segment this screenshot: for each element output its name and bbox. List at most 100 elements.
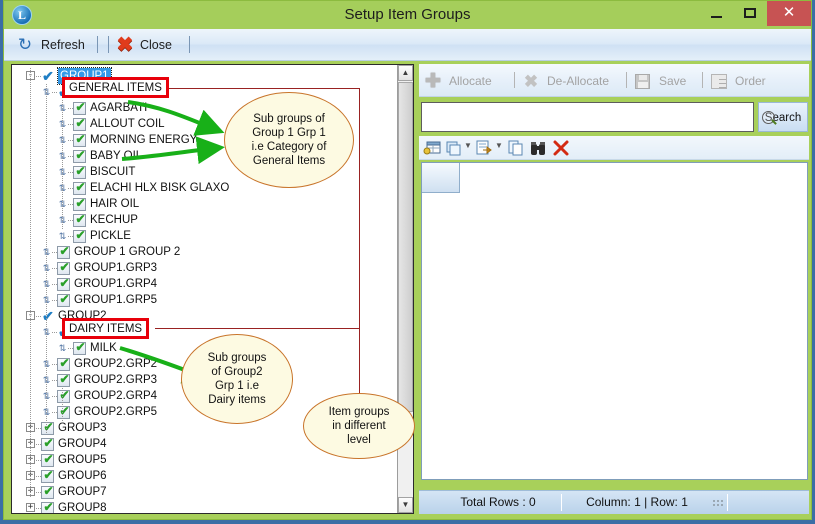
tree-node-label[interactable]: GROUP 1 GROUP 2 — [74, 244, 180, 260]
scroll-up-button[interactable]: ▲ — [398, 65, 413, 81]
tree-node-label[interactable]: HAIR OIL — [90, 196, 139, 212]
checkbox-checked-icon[interactable] — [73, 165, 87, 179]
tree-node-label[interactable]: BISCUIT — [90, 164, 135, 180]
tree-node-label[interactable]: AGARBATI — [90, 100, 147, 116]
tree-node-label[interactable]: GROUP2.GRP3 — [74, 372, 157, 388]
save-button[interactable]: Save — [634, 64, 686, 97]
tree-node[interactable]: ⇅GROUP2.GRP3 — [12, 372, 398, 388]
checkbox-checked-icon[interactable] — [57, 261, 71, 275]
tree-node-label[interactable]: BABY OIL — [90, 148, 142, 164]
tree-node-label[interactable]: GROUP2.GRP5 — [74, 404, 157, 420]
checkbox-checked-icon[interactable] — [73, 197, 87, 211]
find-binoculars-icon[interactable] — [529, 139, 547, 157]
tree-node[interactable]: ⇅GROUP 1 GROUP 2 — [12, 244, 398, 260]
minimize-button[interactable] — [699, 1, 733, 25]
tree-node[interactable]: ⇅HAIR OIL — [12, 196, 398, 212]
grid-corner-header-cell[interactable] — [422, 163, 460, 193]
checkbox-checked-icon[interactable] — [57, 373, 71, 387]
checkbox-checked-icon[interactable] — [41, 501, 55, 513]
copy-dropdown-arrow[interactable]: ▼ — [464, 141, 472, 150]
copy-icon[interactable] — [445, 139, 463, 157]
tree-node[interactable]: ⇅ALLOUT COIL — [12, 116, 398, 132]
checkbox-checked-icon[interactable] — [73, 213, 87, 227]
tree-node[interactable]: ⇅BABY OIL — [12, 148, 398, 164]
tree-node[interactable]: ⇅GROUP1.GRP3 — [12, 260, 398, 276]
tree-node-label[interactable]: GROUP2.GRP2 — [74, 356, 157, 372]
item-group-tree[interactable]: -✔GROUP1⇅✔GENERAL ITEMS⇅AGARBATI⇅ALLOUT … — [12, 65, 398, 513]
tree-node-label[interactable]: GROUP4 — [58, 436, 107, 452]
tree-node-label[interactable]: GROUP1 — [57, 67, 112, 85]
checkbox-checked-icon[interactable] — [57, 277, 71, 291]
tree-node-label[interactable]: GROUP1.GRP5 — [74, 292, 157, 308]
checkbox-checked-icon[interactable] — [73, 117, 87, 131]
tree-node[interactable]: +GROUP5 — [12, 452, 398, 468]
tree-node[interactable]: ⇅AGARBATI — [12, 100, 398, 116]
tree-node[interactable]: ⇅GROUP1.GRP5 — [12, 292, 398, 308]
checkbox-checked-icon[interactable] — [41, 453, 55, 467]
maximize-button[interactable] — [733, 1, 767, 25]
tree-node[interactable]: ⇅BISCUIT — [12, 164, 398, 180]
search-input[interactable] — [421, 102, 754, 132]
checkbox-checked-icon[interactable] — [73, 149, 87, 163]
checkbox-checked-icon[interactable] — [41, 437, 55, 451]
checkbox-checked-icon[interactable] — [73, 133, 87, 147]
de-allocate-button[interactable]: ✖ De-Allocate — [522, 64, 609, 97]
tree-node[interactable]: ⇅GROUP1.GRP4 — [12, 276, 398, 292]
tree-node-label[interactable]: GROUP6 — [58, 468, 107, 484]
tree-node-label[interactable]: KECHUP — [90, 212, 138, 228]
scroll-down-button[interactable]: ▼ — [398, 497, 413, 513]
tree-node[interactable]: +GROUP7 — [12, 484, 398, 500]
checkbox-checked-icon[interactable] — [73, 101, 87, 115]
tree-vertical-scrollbar[interactable]: ▲ ▼ — [397, 65, 413, 513]
checked-check-icon[interactable]: ✔ — [57, 325, 71, 339]
tree-node-label[interactable]: GROUP1.GRP3 — [74, 260, 157, 276]
tree-node[interactable]: ⇅ MILK — [12, 340, 398, 356]
search-button[interactable]: Search — [758, 102, 808, 132]
tree-node[interactable]: ⇅KECHUP — [12, 212, 398, 228]
tree-node-label[interactable]: GROUP2 — [58, 308, 107, 324]
checkbox-checked-icon[interactable] — [73, 229, 87, 243]
tree-node[interactable]: ⇅ELACHI HLX BISK GLAXO — [12, 180, 398, 196]
allocated-items-grid[interactable] — [421, 162, 808, 480]
tree-node[interactable]: ⇅GROUP2.GRP5 — [12, 404, 398, 420]
duplicate-icon[interactable] — [507, 139, 525, 157]
close-button[interactable]: ✖ Close — [114, 29, 172, 61]
tree-node-label[interactable]: ELACHI HLX BISK GLAXO — [90, 180, 229, 196]
tree-node[interactable]: + GROUP8 — [12, 500, 398, 513]
table-key-icon[interactable] — [423, 139, 441, 157]
order-button[interactable]: Order — [710, 64, 766, 97]
tree-node-label[interactable]: ALLOUT COIL — [90, 116, 165, 132]
checkbox-checked-icon[interactable] — [57, 357, 71, 371]
scrollbar-thumb[interactable] — [398, 82, 413, 412]
checkbox-checked-icon[interactable] — [57, 245, 71, 259]
tree-node[interactable]: +GROUP3 — [12, 420, 398, 436]
checkbox-checked-icon[interactable] — [57, 293, 71, 307]
tree-node[interactable]: ⇅ PICKLE — [12, 228, 398, 244]
delete-x-icon[interactable] — [552, 139, 570, 157]
tree-node-label[interactable]: PICKLE — [90, 228, 131, 244]
checkbox-checked-icon[interactable] — [73, 181, 87, 195]
expand-toggle-icon[interactable]: + — [26, 503, 35, 512]
tree-node-label[interactable]: MORNING ENERGY — [90, 132, 197, 148]
checked-check-icon[interactable]: ✔ — [41, 69, 55, 83]
refresh-button[interactable]: ↻ Refresh — [14, 29, 85, 61]
tree-node-label[interactable]: GROUP2.GRP4 — [74, 388, 157, 404]
tree-node-label[interactable]: GROUP3 — [58, 420, 107, 436]
checkbox-checked-icon[interactable] — [41, 469, 55, 483]
tree-node-label[interactable]: GROUP5 — [58, 452, 107, 468]
tree-node[interactable]: ⇅GROUP2.GRP4 — [12, 388, 398, 404]
tree-node[interactable]: -✔GROUP1 — [12, 67, 398, 85]
checked-check-icon[interactable]: ✔ — [41, 309, 55, 323]
tree-node[interactable]: ⇅✔DAIRY ITEMS — [12, 324, 398, 340]
checkbox-checked-icon[interactable] — [57, 405, 71, 419]
checked-check-icon[interactable]: ✔ — [57, 85, 71, 99]
tree-node-label[interactable]: GROUP8 — [58, 500, 107, 513]
tree-node[interactable]: +GROUP4 — [12, 436, 398, 452]
export-dropdown-arrow[interactable]: ▼ — [495, 141, 503, 150]
tree-node-label[interactable]: GROUP1.GRP4 — [74, 276, 157, 292]
allocate-button[interactable]: ✚ Allocate — [424, 64, 492, 97]
checkbox-checked-icon[interactable] — [41, 485, 55, 499]
tree-node[interactable]: ⇅GROUP2.GRP2 — [12, 356, 398, 372]
tree-node[interactable]: ⇅✔GENERAL ITEMS — [12, 84, 398, 100]
tree-node[interactable]: +GROUP6 — [12, 468, 398, 484]
